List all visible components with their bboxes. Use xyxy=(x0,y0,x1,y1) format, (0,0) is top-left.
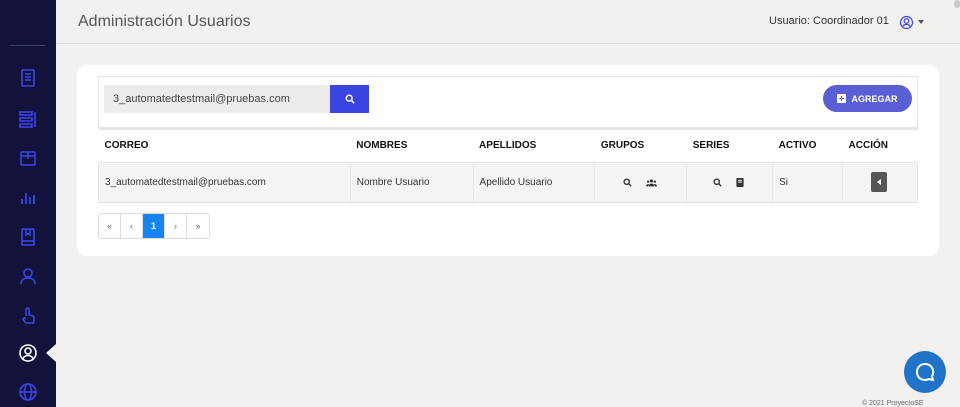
chat-button[interactable] xyxy=(904,351,946,393)
users-group-icon[interactable] xyxy=(645,178,657,187)
sidebar-item-globe[interactable] xyxy=(16,380,40,404)
column-header-series[interactable]: SERIES xyxy=(686,128,773,163)
sidebar-item-list[interactable] xyxy=(16,107,40,131)
search-toolbar: AGREGAR xyxy=(98,76,918,128)
page-last-button[interactable]: » xyxy=(187,214,209,238)
topbar: Administración Usuarios Usuario: Coordin… xyxy=(56,0,960,44)
page-prev-button[interactable]: ‹ xyxy=(121,214,143,238)
plus-square-icon xyxy=(837,94,847,103)
page-next-button[interactable]: › xyxy=(165,214,187,238)
table-row: 3_automatedtestmail@pruebas.com Nombre U… xyxy=(98,162,918,203)
globe-icon xyxy=(19,383,37,401)
column-header-apellidos[interactable]: APELLIDOS xyxy=(473,128,595,163)
book-icon[interactable] xyxy=(736,177,744,187)
user-label: Usuario: Coordinador 01 xyxy=(769,15,889,27)
sidebar-item-box[interactable] xyxy=(16,146,40,170)
user-circle-icon xyxy=(899,15,914,29)
sidebar xyxy=(0,0,56,407)
pagination: « ‹ 1 › » xyxy=(98,213,210,239)
page-first-button[interactable]: « xyxy=(99,214,121,238)
sidebar-item-book[interactable] xyxy=(16,225,40,249)
user-menu-button[interactable] xyxy=(899,11,933,33)
search-series-icon[interactable] xyxy=(713,177,722,187)
sidebar-item-pointer[interactable] xyxy=(16,304,40,328)
column-header-nombres[interactable]: NOMBRES xyxy=(350,128,474,163)
footer-copyright: © 2021 ProyectoSE xyxy=(862,400,924,407)
sidebar-item-user[interactable] xyxy=(16,264,40,288)
sidebar-divider xyxy=(10,45,45,46)
cell-correo: 3_automatedtestmail@pruebas.com xyxy=(98,162,351,203)
column-header-accion[interactable]: ACCIÓN xyxy=(842,128,918,163)
page-current-button[interactable]: 1 xyxy=(143,214,165,238)
caret-left-icon xyxy=(877,179,882,185)
row-action-button[interactable] xyxy=(871,172,888,192)
chat-bubble-icon xyxy=(915,362,935,382)
sidebar-item-users-admin[interactable] xyxy=(16,341,40,365)
document-icon xyxy=(21,69,35,87)
add-user-label: AGREGAR xyxy=(851,93,898,104)
bar-chart-icon xyxy=(21,193,35,204)
book-icon xyxy=(21,228,35,246)
cell-nombres: Nombre Usuario xyxy=(350,162,474,203)
search-groups-icon[interactable] xyxy=(623,177,632,187)
list-icon xyxy=(19,111,36,128)
users-table: CORREO NOMBRES APELLIDOS GRUPOS SERIES A… xyxy=(98,128,918,203)
user-icon xyxy=(20,268,36,285)
users-card: AGREGAR CORREO NOMBRES APELLIDOS GRUPOS … xyxy=(77,65,939,256)
column-header-grupos[interactable]: GRUPOS xyxy=(594,128,687,163)
hand-pointer-icon xyxy=(21,307,35,324)
search-button[interactable] xyxy=(330,85,369,113)
page-title: Administración Usuarios xyxy=(78,13,251,30)
sidebar-item-stats[interactable] xyxy=(16,185,40,209)
active-indicator xyxy=(46,344,56,362)
search-input[interactable] xyxy=(104,85,330,113)
cell-series xyxy=(686,162,774,203)
box-icon xyxy=(20,151,36,166)
cell-activo: Si xyxy=(772,162,844,203)
user-circle-icon xyxy=(19,344,37,362)
add-user-button[interactable]: AGREGAR xyxy=(823,85,912,112)
column-header-correo[interactable]: CORREO xyxy=(98,128,351,163)
sidebar-item-documents[interactable] xyxy=(16,66,40,90)
column-header-activo[interactable]: ACTIVO xyxy=(772,128,843,163)
cell-apellidos: Apellido Usuario xyxy=(473,162,596,203)
caret-down-icon xyxy=(918,20,924,24)
cell-grupos xyxy=(594,162,688,203)
page-scrollbar[interactable] xyxy=(954,0,960,8)
cell-accion xyxy=(842,162,918,203)
search-icon xyxy=(345,94,355,104)
table-header-row: CORREO NOMBRES APELLIDOS GRUPOS SERIES A… xyxy=(98,128,918,163)
